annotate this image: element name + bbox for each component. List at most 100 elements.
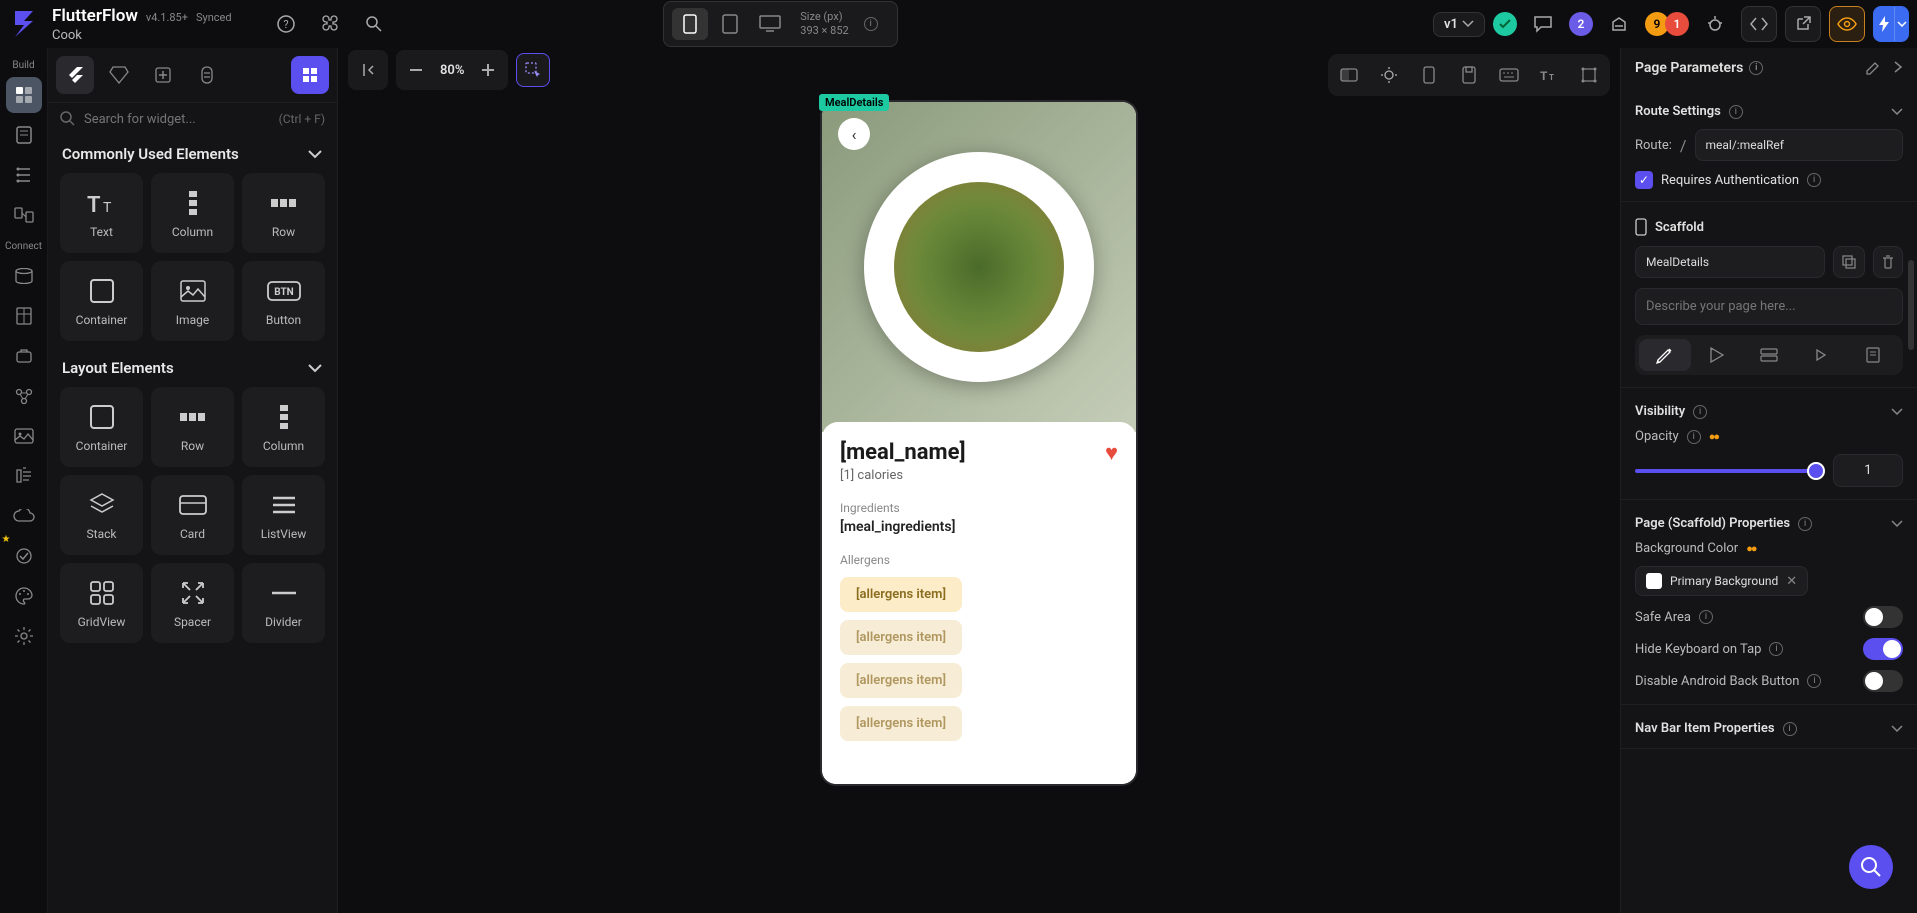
props-tab-design-icon[interactable] — [1639, 339, 1691, 371]
allergen-chip[interactable]: [allergens item] — [840, 706, 962, 741]
ingredients-label[interactable]: Ingredients — [840, 501, 1118, 515]
phone-preview[interactable]: ‹ [meal_name] ♥ [1] calories Ingredients… — [822, 102, 1136, 784]
rail-firestore-icon[interactable] — [6, 258, 42, 294]
team-icon[interactable] — [1601, 6, 1637, 42]
rail-datatypes-icon[interactable] — [6, 298, 42, 334]
widget-card-stack[interactable]: Stack — [60, 475, 143, 555]
panel-tab-templates-icon[interactable] — [144, 56, 182, 94]
props-tab-actions-icon[interactable] — [1691, 339, 1743, 371]
allergen-chip[interactable]: [allergens item] — [840, 620, 962, 655]
widget-card-button[interactable]: BTNButton — [242, 261, 325, 341]
widget-card-gridview[interactable]: GridView — [60, 563, 143, 643]
command-icon[interactable] — [312, 6, 348, 42]
chevron-down-icon[interactable] — [1894, 6, 1908, 42]
multiselect-icon[interactable] — [516, 53, 550, 87]
help-icon[interactable]: ? — [268, 6, 304, 42]
rail-widgets-icon[interactable] — [6, 77, 42, 113]
rail-settings-icon[interactable] — [6, 618, 42, 654]
widget-card-divider[interactable]: Divider — [242, 563, 325, 643]
delete-scaffold-icon[interactable] — [1873, 246, 1903, 278]
size-info-icon[interactable]: i — [853, 6, 889, 42]
rail-pages-icon[interactable] — [6, 117, 42, 153]
team-count-badge[interactable]: 2 — [1569, 12, 1593, 36]
allergen-chip[interactable]: [allergens item] — [840, 577, 962, 612]
hide-kb-switch[interactable] — [1863, 638, 1903, 660]
copy-scaffold-icon[interactable] — [1833, 246, 1865, 278]
widget-card-text[interactable]: TTText — [60, 173, 143, 253]
errors-badge[interactable]: 1 — [1665, 12, 1689, 36]
panel-tab-flutter-icon[interactable] — [56, 56, 94, 94]
theme-card-icon[interactable] — [1332, 58, 1366, 92]
search-top-icon[interactable] — [356, 6, 392, 42]
link-icon[interactable]: ●● — [1746, 542, 1755, 555]
widget-card-row[interactable]: Row — [242, 173, 325, 253]
widget-card-card[interactable]: Card — [151, 475, 234, 555]
ingredients-value[interactable]: [meal_ingredients] — [840, 519, 1118, 535]
phone-preview-icon[interactable] — [1412, 58, 1446, 92]
widget-card-image[interactable]: Image — [151, 261, 234, 341]
info-icon[interactable]: i — [1699, 610, 1713, 624]
help-fab[interactable] — [1849, 845, 1893, 889]
code-icon[interactable] — [1741, 6, 1777, 42]
page-tag[interactable]: MealDetails — [819, 94, 889, 111]
widget-card-container[interactable]: Container — [60, 261, 143, 341]
panel-tab-diamond-icon[interactable] — [100, 56, 138, 94]
next-icon[interactable] — [1893, 60, 1903, 76]
check-icon[interactable] — [1493, 12, 1517, 36]
props-tab-backend-icon[interactable] — [1743, 339, 1795, 371]
widget-search-input[interactable] — [84, 112, 271, 127]
props-tab-docs-icon[interactable] — [1847, 339, 1899, 371]
device-desktop-icon[interactable] — [752, 8, 788, 40]
rail-tree-icon[interactable] — [6, 157, 42, 193]
requires-auth-checkbox[interactable]: ✓ — [1635, 171, 1653, 189]
chevron-down-icon[interactable] — [1891, 408, 1903, 416]
toggle-panel-icon[interactable] — [352, 54, 384, 86]
panel-tab-components-icon[interactable] — [291, 56, 329, 94]
zoom-out-icon[interactable] — [400, 54, 432, 86]
info-icon[interactable]: i — [1807, 173, 1821, 187]
bug-icon[interactable] — [1697, 6, 1733, 42]
chevron-down-icon[interactable] — [1891, 725, 1903, 733]
section-common-header[interactable]: Commonly Used Elements — [48, 135, 337, 173]
open-external-icon[interactable] — [1785, 6, 1821, 42]
widget-card-listview[interactable]: ListView — [242, 475, 325, 555]
allergen-chip[interactable]: [allergens item] — [840, 663, 962, 698]
rail-appstate-icon[interactable] — [6, 338, 42, 374]
clear-color-icon[interactable]: ✕ — [1786, 574, 1797, 589]
scrollbar-thumb[interactable] — [1908, 260, 1914, 350]
section-layout-header[interactable]: Layout Elements — [48, 349, 337, 387]
opacity-value-input[interactable] — [1833, 454, 1903, 487]
rail-functions-icon[interactable] — [6, 458, 42, 494]
resize-handles-icon[interactable] — [1572, 58, 1606, 92]
rail-storyboard-icon[interactable] — [6, 197, 42, 233]
page-description-input[interactable] — [1635, 288, 1903, 325]
version-pill[interactable]: v1 — [1433, 12, 1485, 37]
info-icon[interactable]: i — [1687, 430, 1701, 444]
route-input[interactable] — [1695, 129, 1904, 161]
widget-card-row[interactable]: Row — [151, 387, 234, 467]
disable-back-switch[interactable] — [1863, 670, 1903, 692]
rail-tests-icon[interactable] — [6, 538, 42, 574]
keyboard-icon[interactable] — [1492, 58, 1526, 92]
save-screen-icon[interactable] — [1452, 58, 1486, 92]
meal-name-text[interactable]: [meal_name] — [840, 440, 966, 465]
preview-eye-icon[interactable] — [1829, 6, 1865, 42]
edit-params-icon[interactable] — [1865, 60, 1881, 76]
meal-image[interactable]: ‹ — [822, 102, 1136, 432]
rail-media-icon[interactable] — [6, 418, 42, 454]
info-icon[interactable]: i — [1693, 405, 1707, 419]
chevron-down-icon[interactable] — [1891, 520, 1903, 528]
device-phone-icon[interactable] — [672, 8, 708, 40]
widget-card-column[interactable]: Column — [242, 387, 325, 467]
zoom-in-icon[interactable] — [472, 54, 504, 86]
scaffold-name-input[interactable] — [1635, 246, 1825, 278]
chat-icon[interactable] — [1525, 6, 1561, 42]
bg-color-chip[interactable]: Primary Background ✕ — [1635, 566, 1808, 596]
info-icon[interactable]: i — [1807, 674, 1821, 688]
props-tab-animations-icon[interactable] — [1795, 339, 1847, 371]
link-icon[interactable]: ●● — [1709, 430, 1718, 443]
safe-area-switch[interactable] — [1863, 606, 1903, 628]
light-mode-icon[interactable] — [1372, 58, 1406, 92]
rail-cloud-icon[interactable] — [6, 498, 42, 534]
app-logo[interactable] — [8, 8, 40, 40]
